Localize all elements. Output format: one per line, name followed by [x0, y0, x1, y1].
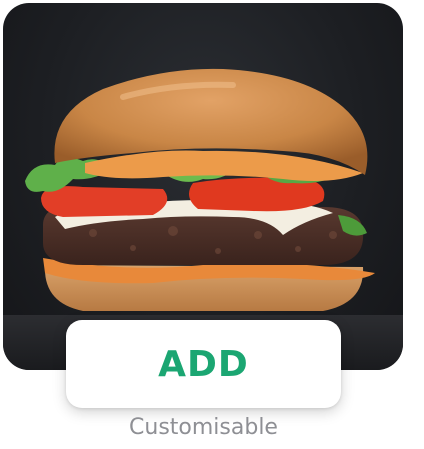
- add-button[interactable]: ADD: [66, 320, 341, 408]
- burger-illustration: [3, 68, 403, 370]
- burger-image[interactable]: [3, 3, 403, 370]
- add-button-label: ADD: [158, 343, 249, 385]
- menu-item-card: ADD Customisable: [0, 0, 424, 449]
- customisable-label: Customisable: [129, 415, 278, 440]
